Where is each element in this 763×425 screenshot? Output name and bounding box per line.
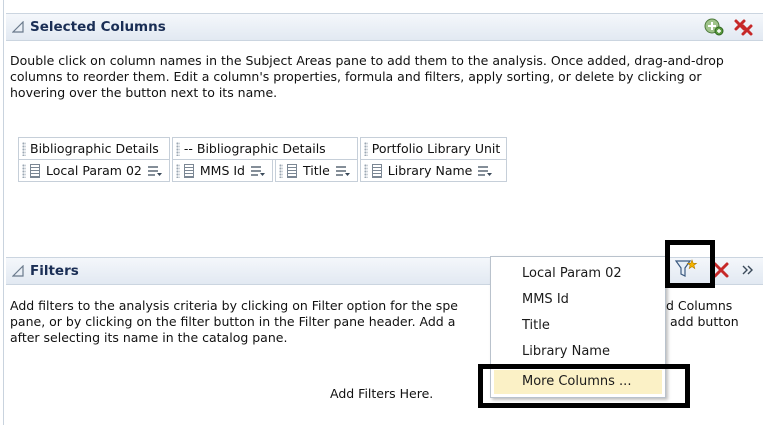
column-menu-icon[interactable] [147,165,163,177]
selected-columns-table: Bibliographic Details -- Bibliographic D… [18,137,508,182]
callout-box-filter-button [665,240,715,288]
column-cell[interactable]: MMS Id [171,159,273,182]
column-cell[interactable]: Title [274,159,358,182]
left-border [3,0,4,425]
column-icon [286,164,297,179]
add-column-icon[interactable] [703,17,725,37]
callout-box-more-columns [478,364,690,408]
menu-item-library-name[interactable]: Library Name [494,340,662,364]
column-menu-icon[interactable] [477,165,493,177]
drag-grip-icon[interactable] [363,142,368,157]
remove-all-icon[interactable] [733,17,755,37]
filters-title: Filters [30,263,79,279]
add-filters-here-text: Add Filters Here. [330,386,434,401]
column-cell[interactable]: Library Name [359,159,508,182]
selected-columns-title: Selected Columns [30,19,166,35]
column-menu-icon[interactable] [335,165,351,177]
menu-item-local-param-02[interactable]: Local Param 02 [494,262,662,286]
drag-grip-icon[interactable] [22,164,26,179]
expand-arrows-icon[interactable] [742,264,754,276]
menu-item-title[interactable]: Title [494,314,662,338]
group-header[interactable]: Portfolio Library Unit [359,137,508,160]
selected-columns-header: Selected Columns [6,13,763,41]
group-header[interactable]: Bibliographic Details [18,137,170,160]
column-cell[interactable]: Local Param 02 [18,159,170,182]
group-header[interactable]: -- Bibliographic Details [171,137,358,160]
collapse-triangle-icon[interactable] [12,21,24,33]
column-icon [371,164,382,179]
column-icon [30,164,40,179]
drag-grip-icon[interactable] [22,142,26,157]
selected-columns-description: Double click on column names in the Subj… [10,53,724,100]
column-icon [183,164,194,179]
menu-item-mms-id[interactable]: MMS Id [494,288,662,312]
drag-grip-icon[interactable] [278,164,283,179]
collapse-triangle-icon[interactable] [12,265,24,277]
drag-grip-icon[interactable] [363,164,368,179]
drag-grip-icon[interactable] [175,142,180,157]
drag-grip-icon[interactable] [175,164,180,179]
column-menu-icon[interactable] [250,165,266,177]
